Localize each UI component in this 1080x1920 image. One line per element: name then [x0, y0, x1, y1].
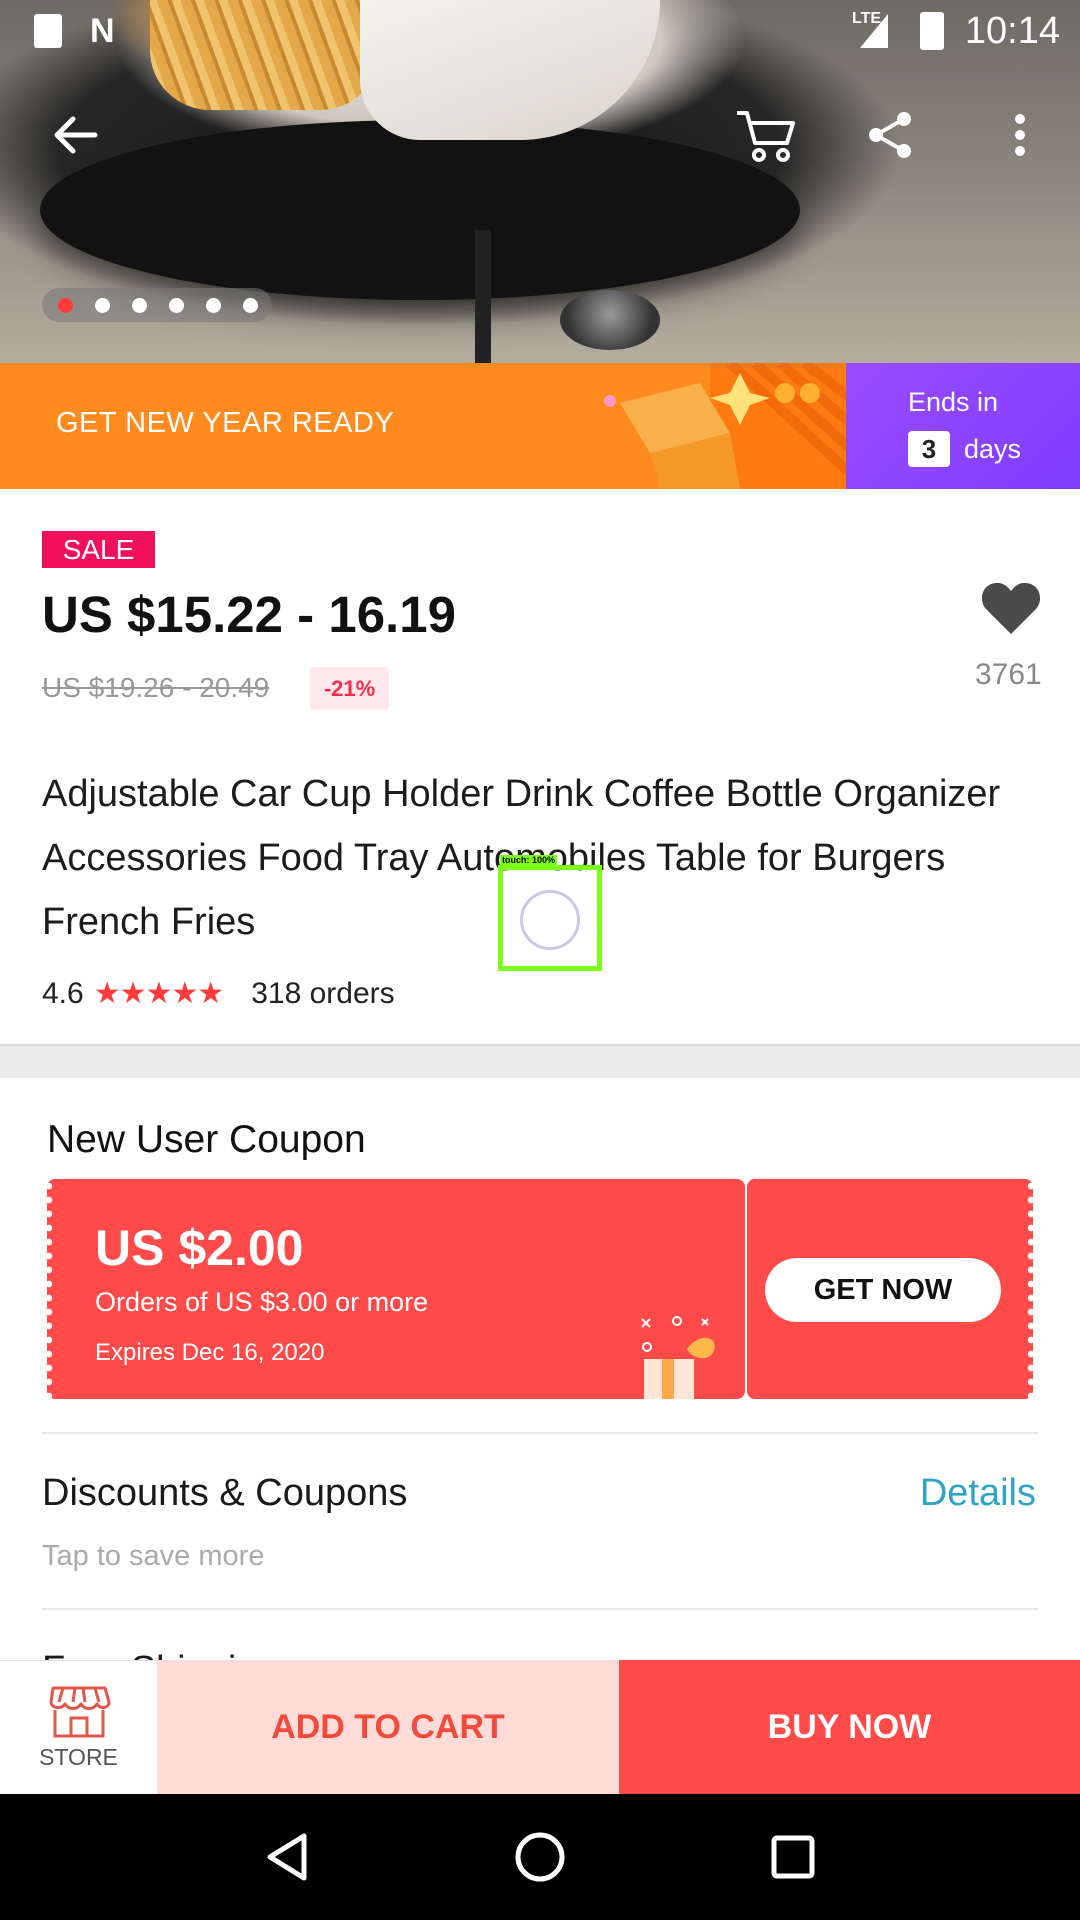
gallery-dot-active[interactable]	[58, 297, 73, 313]
coupon-min-order: Orders of US $3.00 or more	[95, 1287, 429, 1317]
discounts-title[interactable]: Discounts & Coupons	[42, 1472, 407, 1515]
promo-campaign[interactable]: GET NEW YEAR READY	[0, 363, 846, 489]
cart-icon[interactable]	[725, 100, 805, 170]
battery-charging-icon	[920, 12, 944, 50]
more-vert-icon[interactable]	[1000, 100, 1040, 170]
orders-count: 318 orders	[251, 976, 395, 1010]
promo-banner[interactable]: GET NEW YEAR READY Ends in 3 days	[0, 363, 1080, 489]
gallery-dot[interactable]	[169, 297, 184, 313]
promo-text: GET NEW YEAR READY	[56, 407, 395, 439]
coupon-amount: US $2.00	[95, 1220, 304, 1276]
system-navigation-bar	[0, 1794, 1080, 1920]
signal-icon	[860, 14, 888, 48]
store-label: STORE	[39, 1744, 118, 1770]
section-divider	[0, 1044, 1080, 1078]
rating-value: 4.6	[42, 976, 84, 1010]
touch-indicator-label: touch: 100%	[500, 855, 558, 865]
divider	[42, 1432, 1038, 1434]
coupon-heading: New User Coupon	[47, 1118, 366, 1161]
product-photo-stem	[475, 230, 491, 363]
wishlist-count: 3761	[975, 658, 1042, 691]
gallery-dot[interactable]	[95, 297, 110, 313]
touch-point-icon	[520, 890, 580, 950]
coupon-body: US $2.00 Orders of US $3.00 or more Expi…	[47, 1179, 745, 1399]
store-button[interactable]: STORE	[0, 1660, 157, 1794]
countdown-days-label: days	[964, 433, 1022, 464]
discount-badge: -21%	[310, 667, 389, 710]
get-coupon-button[interactable]: GET NOW	[765, 1258, 1001, 1322]
buy-now-button[interactable]: BUY NOW	[619, 1660, 1080, 1794]
add-to-cart-button[interactable]: ADD TO CART	[157, 1660, 619, 1794]
original-price: US $19.26 - 20.49	[42, 672, 270, 703]
product-photo-tray	[40, 120, 800, 300]
product-image-gallery[interactable]: N LTE 10:14	[0, 0, 1080, 363]
coupon-expiry: Expires Dec 16, 2020	[95, 1339, 325, 1366]
purchase-action-bar: STORE ADD TO CART BUY NOW	[0, 1660, 1080, 1794]
countdown-label: Ends in	[908, 387, 999, 417]
gift-box-illustration	[604, 363, 846, 489]
gift-icon	[641, 1316, 715, 1399]
coupon-stub: GET NOW	[747, 1179, 1035, 1399]
sale-badge: SALE	[42, 531, 155, 568]
product-price: US $15.22 - 16.19	[42, 586, 456, 643]
gallery-dot[interactable]	[243, 297, 258, 313]
sd-card-icon	[34, 14, 62, 48]
back-triangle-icon[interactable]	[257, 1827, 317, 1887]
n-notification-icon: N	[90, 12, 115, 50]
divider	[42, 1608, 1038, 1610]
status-bar: N LTE 10:14	[0, 0, 1080, 64]
rating-row[interactable]: 4.6 ★★★★★ 318 orders	[42, 976, 395, 1011]
shipping-section-peek: Free Shipping	[42, 1640, 279, 1662]
clock: 10:14	[964, 10, 1060, 52]
gallery-dot[interactable]	[206, 297, 221, 313]
home-circle-icon[interactable]	[510, 1827, 570, 1887]
back-arrow-icon[interactable]	[40, 105, 110, 165]
discounts-details-link[interactable]: Details	[920, 1472, 1036, 1515]
share-icon[interactable]	[860, 100, 920, 170]
recents-square-icon[interactable]	[763, 1827, 823, 1887]
wishlist-heart-icon[interactable]	[980, 580, 1042, 640]
store-icon	[49, 1686, 110, 1738]
countdown-days-value: 3	[908, 431, 950, 467]
new-user-coupon[interactable]: US $2.00 Orders of US $3.00 or more Expi…	[47, 1179, 1035, 1399]
product-photo-gear-knob	[560, 290, 660, 350]
gallery-dot[interactable]	[132, 297, 147, 313]
star-rating-icon: ★★★★★	[93, 977, 224, 1010]
promo-countdown: Ends in 3 days	[846, 363, 1080, 489]
discounts-subtitle: Tap to save more	[42, 1540, 265, 1572]
gallery-pagination	[42, 288, 272, 322]
